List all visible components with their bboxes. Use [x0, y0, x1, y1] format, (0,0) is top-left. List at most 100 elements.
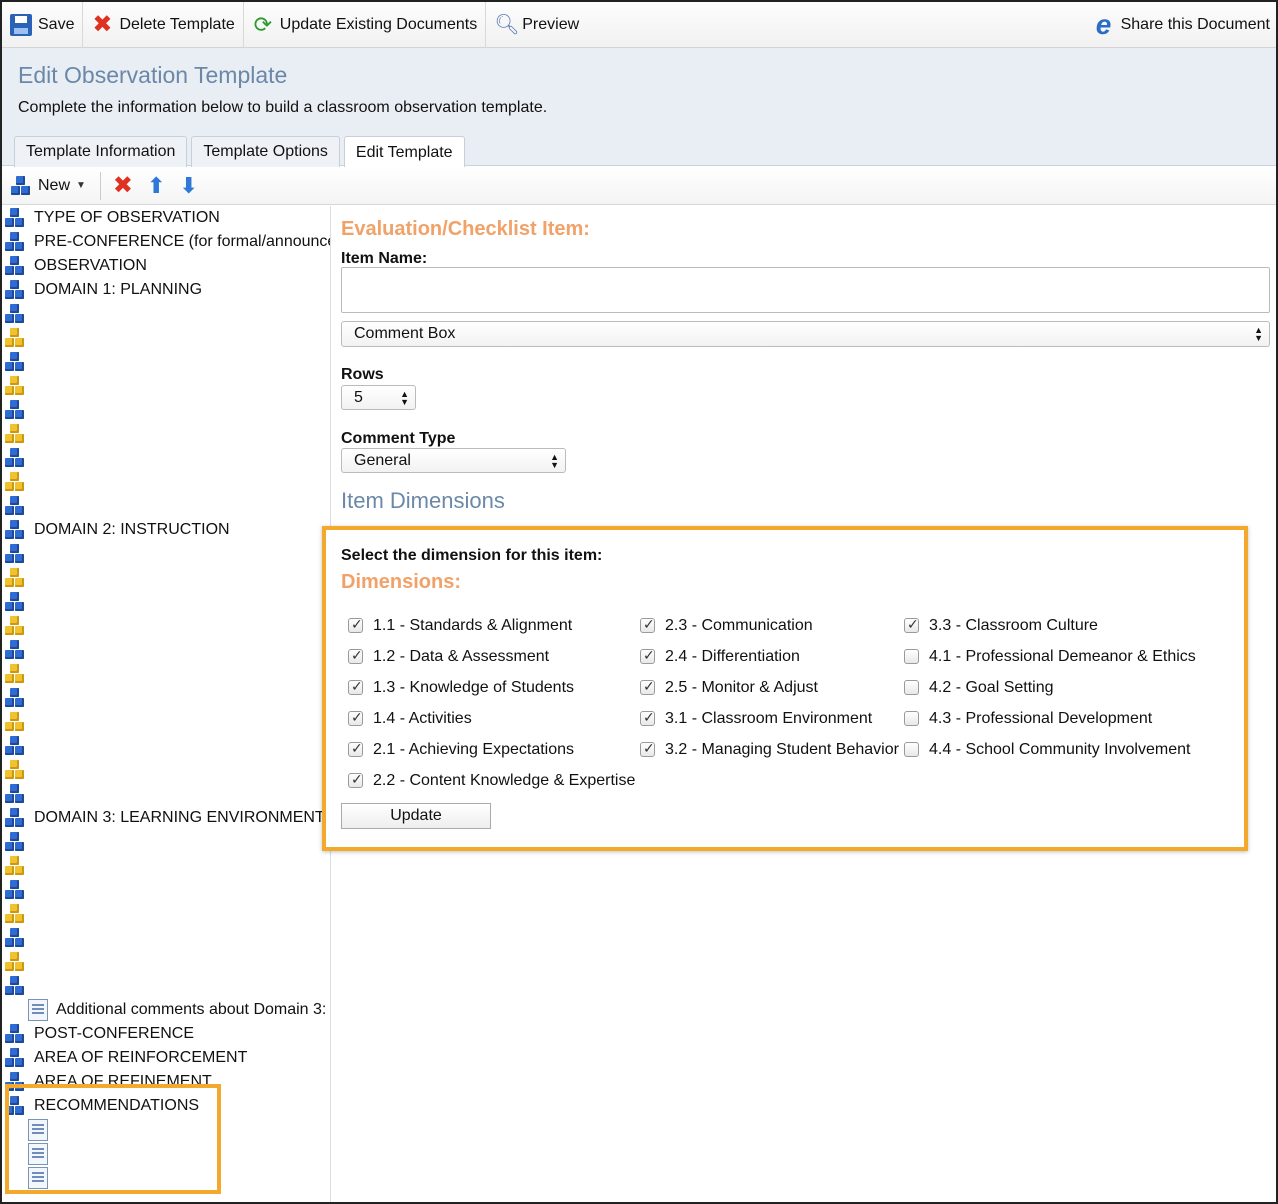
tree-item[interactable]: TYPE OF OBSERVATION: [2, 206, 330, 230]
tree-item[interactable]: [2, 542, 330, 566]
update-existing-documents-button[interactable]: ⟳ Update Existing Documents: [244, 2, 487, 48]
item-type-select[interactable]: Comment Box ▲ ▼: [341, 321, 1270, 347]
comment-type-select[interactable]: General ▲ ▼: [341, 448, 566, 473]
tree-item[interactable]: [2, 326, 330, 350]
dimension-checkbox[interactable]: [640, 616, 655, 633]
tree-item[interactable]: [2, 374, 330, 398]
tree-item[interactable]: DOMAIN 2: INSTRUCTION: [2, 518, 330, 542]
tree-item[interactable]: [2, 902, 330, 926]
tree-item[interactable]: [2, 302, 330, 326]
dimension-option[interactable]: 4.3 - Professional Development: [904, 703, 1196, 734]
dimension-option[interactable]: 2.2 - Content Knowledge & Expertise: [348, 765, 635, 796]
tree-item[interactable]: [2, 734, 330, 758]
tree-item[interactable]: OBSERVATION: [2, 254, 330, 278]
tree-item[interactable]: [2, 662, 330, 686]
blue-cubes-icon: [4, 783, 26, 805]
tree-item[interactable]: [2, 566, 330, 590]
dimension-option[interactable]: 3.3 - Classroom Culture: [904, 610, 1196, 641]
tree-item[interactable]: POST-CONFERENCE: [2, 1022, 330, 1046]
tree-item[interactable]: [2, 470, 330, 494]
tree-item[interactable]: [2, 398, 330, 422]
dimension-option[interactable]: 1.3 - Knowledge of Students: [348, 672, 635, 703]
rows-stepper[interactable]: 5 ▲ ▼: [341, 385, 416, 410]
tree-item[interactable]: DOMAIN 3: LEARNING ENVIRONMENT: [2, 806, 330, 830]
dimension-option[interactable]: 2.3 - Communication: [640, 610, 899, 641]
blue-cubes-icon: [4, 303, 26, 325]
dimension-checkbox[interactable]: [904, 680, 919, 695]
tree-item[interactable]: [2, 686, 330, 710]
stepper-arrows-icon: ▲ ▼: [400, 388, 409, 407]
tree-item[interactable]: [2, 1142, 330, 1166]
tree-item[interactable]: [2, 614, 330, 638]
dimension-checkbox[interactable]: [348, 678, 363, 695]
tree-item[interactable]: Additional comments about Domain 3:: [2, 998, 330, 1022]
tree-item[interactable]: [2, 854, 330, 878]
dimension-checkbox[interactable]: [348, 740, 363, 757]
dimension-label: 1.3 - Knowledge of Students: [373, 678, 575, 696]
dimension-checkbox[interactable]: [904, 711, 919, 726]
tree-item[interactable]: [2, 710, 330, 734]
delete-template-button[interactable]: ✖ Delete Template: [83, 2, 244, 48]
new-item-dropdown[interactable]: New ▼: [10, 175, 86, 197]
tree-item[interactable]: [2, 590, 330, 614]
dimension-checkbox[interactable]: [640, 647, 655, 664]
dimension-option[interactable]: 4.1 - Professional Demeanor & Ethics: [904, 641, 1196, 672]
dimension-checkbox[interactable]: [640, 678, 655, 695]
tree-item[interactable]: AREA OF REFINEMENT: [2, 1070, 330, 1094]
tree-item[interactable]: [2, 782, 330, 806]
update-dimensions-button[interactable]: Update: [341, 803, 491, 829]
tree-item[interactable]: [2, 350, 330, 374]
share-document-button[interactable]: e Share this Document: [1085, 2, 1276, 48]
dimension-option[interactable]: 1.1 - Standards & Alignment: [348, 610, 635, 641]
dimension-checkbox[interactable]: [904, 742, 919, 757]
dimension-checkbox[interactable]: [348, 709, 363, 726]
dimension-option[interactable]: 1.2 - Data & Assessment: [348, 641, 635, 672]
tree-item[interactable]: [2, 1118, 330, 1142]
yellow-cubes-icon: [4, 711, 26, 733]
dimension-option[interactable]: 1.4 - Activities: [348, 703, 635, 734]
tree-item[interactable]: [2, 830, 330, 854]
tree-item[interactable]: [2, 926, 330, 950]
dimension-checkbox[interactable]: [348, 616, 363, 633]
dimension-option[interactable]: 2.1 - Achieving Expectations: [348, 734, 635, 765]
yellow-cubes-icon: [4, 759, 26, 781]
dimension-checkbox[interactable]: [640, 709, 655, 726]
yellow-cubes-icon: [4, 423, 26, 445]
tree-item[interactable]: RECOMMENDATIONS: [2, 1094, 330, 1118]
preview-button[interactable]: 🔍︎ Preview: [486, 2, 587, 48]
blue-cubes-icon: [4, 927, 26, 949]
item-name-input[interactable]: [341, 267, 1270, 313]
move-up-button[interactable]: ⬆: [147, 174, 165, 197]
dimension-option[interactable]: 2.5 - Monitor & Adjust: [640, 672, 899, 703]
save-button[interactable]: Save: [2, 2, 84, 48]
dimension-option[interactable]: 3.1 - Classroom Environment: [640, 703, 899, 734]
tree-item[interactable]: [2, 422, 330, 446]
move-down-button[interactable]: ⬇: [179, 174, 197, 197]
dimension-checkbox[interactable]: [904, 649, 919, 664]
tree-item[interactable]: AREA OF REINFORCEMENT: [2, 1046, 330, 1070]
dimension-checkbox[interactable]: [348, 771, 363, 788]
tree-item[interactable]: [2, 878, 330, 902]
tab-edit-template[interactable]: Edit Template: [343, 136, 465, 168]
dimension-option[interactable]: 4.2 - Goal Setting: [904, 672, 1196, 703]
tree-item[interactable]: [2, 950, 330, 974]
tree-item[interactable]: [2, 638, 330, 662]
delete-item-button[interactable]: ✖: [113, 173, 133, 197]
dimension-option[interactable]: 3.2 - Managing Student Behavior: [640, 734, 899, 765]
dimension-checkbox[interactable]: [904, 616, 919, 633]
dimension-checkbox[interactable]: [640, 740, 655, 757]
dimension-checkbox[interactable]: [348, 647, 363, 664]
dimension-option[interactable]: 2.4 - Differentiation: [640, 641, 899, 672]
dimension-option[interactable]: 4.4 - School Community Involvement: [904, 734, 1196, 765]
tree-item[interactable]: [2, 446, 330, 470]
tree-item[interactable]: [2, 758, 330, 782]
tree-item-label: POST-CONFERENCE: [34, 1025, 195, 1042]
tree-item[interactable]: [2, 1166, 330, 1190]
tree-item[interactable]: DOMAIN 1: PLANNING: [2, 278, 330, 302]
tab-template-options[interactable]: Template Options: [191, 136, 340, 167]
tab-bar: Template Information Template Options Ed…: [14, 136, 469, 168]
tree-item[interactable]: [2, 494, 330, 518]
tab-template-information[interactable]: Template Information: [14, 136, 188, 167]
tree-item[interactable]: PRE-CONFERENCE (for formal/announced: [2, 230, 330, 254]
tree-item[interactable]: [2, 974, 330, 998]
